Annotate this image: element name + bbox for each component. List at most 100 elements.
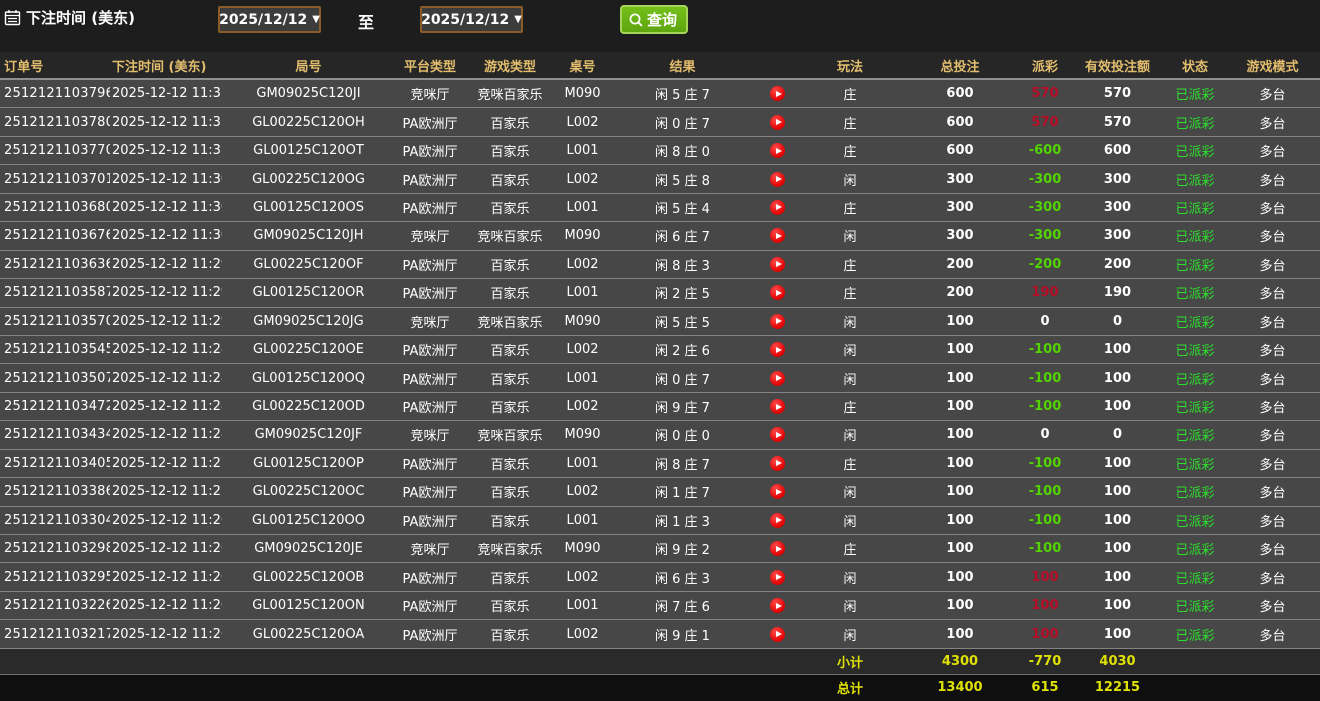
play-icon[interactable] <box>770 114 785 130</box>
cell-payout: 570 <box>1031 114 1059 130</box>
play-icon[interactable] <box>770 370 785 386</box>
table-row: 2512121103295842025-12-12 11:26:45 GL0022… <box>0 563 1320 592</box>
play-icon[interactable] <box>770 541 785 557</box>
cell-status: 已派彩 <box>1175 457 1215 473</box>
play-icon[interactable] <box>770 285 785 301</box>
cell-result: 闲 1 庄 7 <box>655 486 710 502</box>
cell-play: 闲 <box>843 315 857 331</box>
play-icon[interactable] <box>770 256 785 272</box>
cell-table-no: L002 <box>566 626 599 642</box>
total-cell-valid-bet: 12215 <box>1094 680 1141 696</box>
play-triangle <box>775 289 782 296</box>
play-triangle <box>775 375 782 382</box>
cell-play: 闲 <box>843 514 857 530</box>
table-row: 2512121103680552025-12-12 11:30:11 GL0012… <box>0 193 1320 223</box>
column-header-platform: 平台类型 <box>403 59 456 75</box>
cell-status: 已派彩 <box>1175 287 1215 303</box>
cell-result: 闲 8 庄 7 <box>655 457 710 473</box>
cell-total-bet: 200 <box>946 285 974 301</box>
cell-payout: -100 <box>1028 370 1062 386</box>
cell-order-no: 251212110358792 <box>4 285 110 301</box>
cell-bet-time: 2025-12-12 11:30:23 <box>112 171 222 187</box>
cell-mode: 多台 <box>1259 287 1286 303</box>
play-icon[interactable] <box>770 399 785 415</box>
cell-bet-time: 2025-12-12 11:27:32 <box>112 484 222 500</box>
cell-payout: -200 <box>1028 256 1062 272</box>
play-triangle <box>775 460 782 467</box>
cell-order-no: 251212110357052 <box>4 313 110 329</box>
calendar-icon <box>4 10 21 26</box>
cell-total-bet: 300 <box>946 199 974 215</box>
query-button[interactable]: 查询 <box>620 5 689 34</box>
cell-platform: PA欧洲厅 <box>402 401 458 417</box>
cell-platform: PA欧洲厅 <box>402 600 458 616</box>
cell-total-bet: 600 <box>946 114 974 130</box>
play-icon[interactable] <box>770 342 785 358</box>
play-icon[interactable] <box>770 228 785 244</box>
play-triangle <box>775 261 782 268</box>
table-row: 2512121103507792025-12-12 11:28:36 GL0012… <box>0 364 1320 393</box>
table-row: 2512121103405502025-12-12 11:27:43 GL0012… <box>0 449 1320 479</box>
play-icon[interactable] <box>770 171 785 187</box>
play-icon[interactable] <box>770 86 785 102</box>
cell-total-bet: 100 <box>946 427 974 443</box>
cell-platform: PA欧洲厅 <box>402 173 458 189</box>
cell-total-bet: 100 <box>946 455 974 471</box>
date-to-select[interactable]: 2025/12/12 ▼ <box>420 6 523 33</box>
cell-play: 闲 <box>843 486 857 502</box>
play-triangle <box>775 147 782 154</box>
cell-mode: 多台 <box>1259 543 1286 559</box>
cell-table-no: L001 <box>566 199 599 215</box>
play-icon[interactable] <box>770 427 785 443</box>
cell-table-no: L001 <box>566 512 599 528</box>
date-from-select[interactable]: 2025/12/12 ▼ <box>218 6 321 33</box>
cell-replay <box>755 393 800 420</box>
cell-mode: 多台 <box>1259 315 1286 331</box>
play-icon[interactable] <box>770 484 785 500</box>
cell-total-bet: 600 <box>946 143 974 159</box>
table-row: 2512121103226602025-12-12 11:26:10 GL0012… <box>0 591 1320 621</box>
play-icon[interactable] <box>770 512 785 528</box>
cell-play: 闲 <box>843 173 857 189</box>
cell-bet-time: 2025-12-12 11:28:00 <box>112 427 222 443</box>
cell-table-no: L002 <box>566 569 599 585</box>
cell-mode: 多台 <box>1259 372 1286 388</box>
subtotal-cell-platform <box>395 649 465 674</box>
cell-game-no: GL00225C120OC <box>252 484 365 500</box>
cell-valid-bet: 300 <box>1103 228 1132 244</box>
cell-table-no: L002 <box>566 114 599 130</box>
cell-valid-bet: 100 <box>1103 512 1132 528</box>
play-icon[interactable] <box>770 143 785 159</box>
cell-total-bet: 100 <box>946 342 974 358</box>
subtotal-cell-table-no <box>555 649 610 674</box>
cell-game-type: 百家乐 <box>490 173 530 189</box>
cell-total-bet: 300 <box>946 171 974 187</box>
cell-play: 闲 <box>843 429 857 445</box>
cell-table-no: M090 <box>564 427 601 443</box>
cell-game-type: 竞咪百家乐 <box>477 543 543 559</box>
cell-order-no: 251212110367623 <box>4 228 110 244</box>
cell-platform: PA欧洲厅 <box>402 372 458 388</box>
play-icon[interactable] <box>770 199 785 215</box>
cell-result: 闲 2 庄 6 <box>655 344 710 360</box>
column-header-order-no: 订单号 <box>4 59 44 75</box>
play-icon[interactable] <box>770 455 785 471</box>
cell-mode: 多台 <box>1259 514 1286 530</box>
cell-game-no: GL00225C120OD <box>252 399 365 415</box>
play-icon[interactable] <box>770 313 785 329</box>
play-icon[interactable] <box>770 598 785 614</box>
cell-replay <box>755 108 800 135</box>
cell-valid-bet: 300 <box>1103 171 1132 187</box>
cell-mode: 多台 <box>1259 201 1286 217</box>
play-icon[interactable] <box>770 626 785 642</box>
subtotal-cell-replay <box>755 649 800 674</box>
cell-replay <box>755 80 800 107</box>
total-cell-play: 总计 <box>836 682 863 698</box>
cell-replay <box>755 450 800 477</box>
cell-bet-time: 2025-12-12 11:26:52 <box>112 512 222 528</box>
cell-valid-bet: 570 <box>1103 114 1132 130</box>
cell-total-bet: 100 <box>946 484 974 500</box>
play-icon[interactable] <box>770 569 785 585</box>
cell-replay <box>755 507 800 534</box>
total-cell-bet-time <box>110 675 222 701</box>
